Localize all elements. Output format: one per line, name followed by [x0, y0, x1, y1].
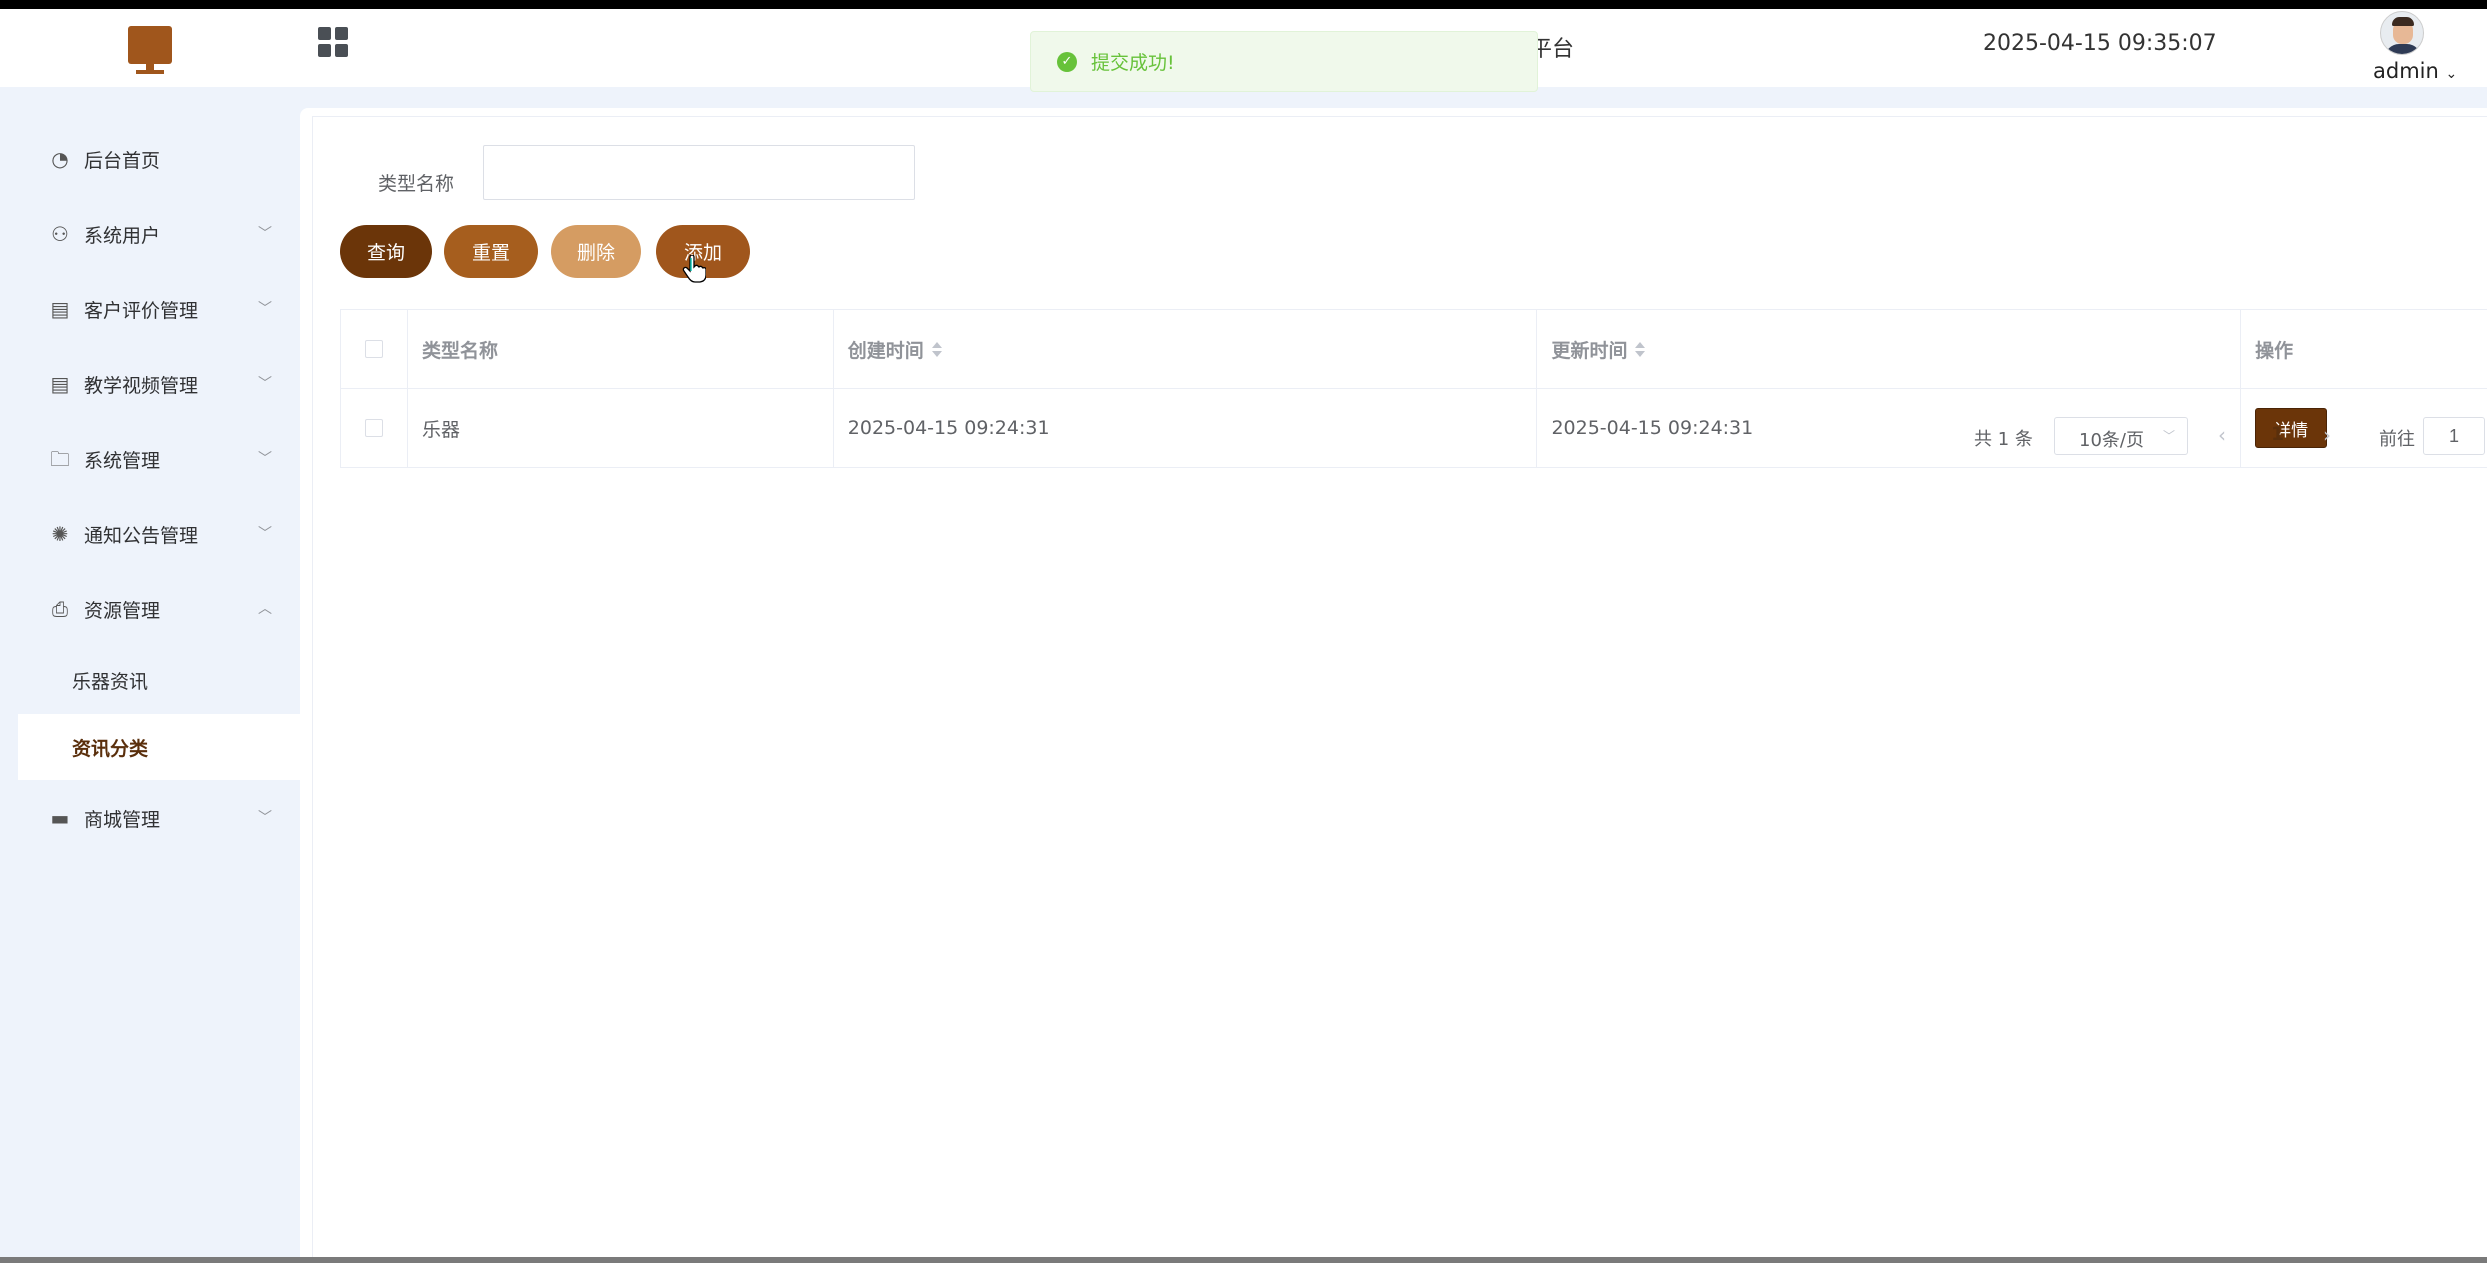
sidebar-item-system-users[interactable]: ⚇ 系统用户 ﹀ — [18, 201, 300, 267]
reset-button[interactable]: 重置 — [444, 225, 538, 278]
chevron-down-icon: ﹀ — [2162, 429, 2175, 443]
select-all-checkbox[interactable] — [364, 340, 383, 358]
sort-icon[interactable] — [1635, 340, 1646, 358]
chevron-down-icon: ⌄ — [2445, 66, 2458, 82]
sidebar-item-label: 资源管理 — [84, 599, 161, 622]
table-header-row: 类型名称 创建时间 更新时间 操作 — [341, 310, 2487, 389]
loading-icon: ✺ — [51, 522, 69, 546]
goto-page-input[interactable] — [2423, 417, 2485, 455]
pagination: 共 1 条 10条/页 ﹀ ‹ 1 › 前往 — [313, 417, 2487, 457]
bottom-strip — [0, 1257, 2487, 1263]
top-black-strip — [0, 0, 2487, 9]
card-icon: ▤ — [50, 297, 70, 321]
column-header-created[interactable]: 创建时间 — [834, 310, 1538, 388]
column-header-label: 创建时间 — [847, 339, 924, 362]
check-circle-icon: ✓ — [1057, 51, 1077, 72]
sidebar-item-system-management[interactable]: 🗀 系统管理 ﹀ — [18, 426, 300, 492]
main-content: 类型名称 查询 重置 删除 添加 类型名称 创建时间 更新时间 操作 乐器 20… — [300, 108, 2487, 1257]
sidebar-item-teaching-videos[interactable]: ▤ 教学视频管理 ﹀ — [18, 351, 300, 417]
goto-label: 前往 — [2379, 429, 2415, 450]
current-datetime: 2025-04-15 09:35:07 — [1983, 31, 2217, 56]
menu-toggle-grid-icon[interactable] — [318, 27, 348, 57]
delete-button[interactable]: 删除 — [551, 225, 641, 278]
user-icon: ⚇ — [51, 222, 69, 246]
next-page-icon[interactable]: › — [2323, 423, 2331, 447]
column-header-actions: 操作 — [2241, 310, 2487, 388]
sidebar-subitem-instrument-news[interactable]: 乐器资讯 — [18, 647, 300, 713]
card-icon: ▤ — [50, 372, 70, 396]
chevron-down-icon: ﹀ — [258, 810, 272, 826]
content-panel: 类型名称 查询 重置 删除 添加 类型名称 创建时间 更新时间 操作 乐器 20… — [312, 116, 2487, 1257]
chevron-down-icon: ﹀ — [258, 526, 272, 542]
sidebar-item-label: 商城管理 — [84, 808, 161, 831]
page-size-value: 10条/页 — [2079, 430, 2144, 451]
sidebar-item-shop[interactable]: ▬ 商城管理 ﹀ — [18, 785, 300, 851]
filter-label: 类型名称 — [378, 173, 455, 195]
sidebar-item-customer-reviews[interactable]: ▤ 客户评价管理 ﹀ — [18, 276, 300, 342]
chevron-down-icon: ﹀ — [258, 451, 272, 467]
sort-icon[interactable] — [931, 340, 942, 358]
sidebar-item-label: 系统用户 — [84, 224, 161, 247]
toast-message: 提交成功! — [1091, 52, 1175, 74]
sidebar-item-notices[interactable]: ✺ 通知公告管理 ﹀ — [18, 501, 300, 567]
add-button[interactable]: 添加 — [656, 225, 750, 278]
chevron-down-icon: ﹀ — [258, 376, 272, 392]
header-checkbox-cell — [341, 310, 408, 388]
pie-chart-icon: ◔ — [51, 147, 69, 171]
column-header-label: 更新时间 — [1551, 339, 1628, 362]
printer-icon: ⎙ — [52, 597, 68, 621]
page-number-current[interactable]: 1 — [2271, 423, 2284, 445]
sidebar-subitem-news-category[interactable]: 资讯分类 — [18, 714, 300, 780]
sidebar-item-resources[interactable]: ⎙ 资源管理 ︿ — [18, 576, 300, 642]
avatar[interactable] — [2380, 11, 2424, 55]
username[interactable]: admin ⌄ — [2373, 59, 2457, 83]
pagination-total: 共 1 条 — [1974, 429, 2033, 450]
chevron-up-icon: ︿ — [258, 601, 272, 617]
user-menu[interactable]: admin ⌄ — [2370, 11, 2480, 87]
prev-page-icon[interactable]: ‹ — [2218, 423, 2226, 447]
sidebar: ◔ 后台首页 ⚇ 系统用户 ﹀ ▤ 客户评价管理 ﹀ ▤ 教学视频管理 ﹀ 🗀 … — [0, 87, 300, 1257]
logo-icon — [128, 26, 172, 76]
query-button[interactable]: 查询 — [340, 225, 432, 278]
sidebar-item-label: 客户评价管理 — [84, 299, 199, 322]
chevron-down-icon: ﹀ — [258, 301, 272, 317]
page-size-select[interactable]: 10条/页 ﹀ — [2054, 417, 2188, 455]
monitor-icon: ▬ — [50, 806, 70, 830]
sidebar-item-label: 系统管理 — [84, 449, 161, 472]
column-header-type-name: 类型名称 — [408, 310, 834, 388]
sidebar-item-label: 教学视频管理 — [84, 374, 199, 397]
success-toast: ✓ 提交成功! — [1030, 31, 1538, 92]
sidebar-item-label: 后台首页 — [84, 149, 161, 172]
chevron-down-icon: ﹀ — [258, 226, 272, 242]
username-text: admin — [2373, 59, 2439, 83]
column-header-updated[interactable]: 更新时间 — [1537, 310, 2242, 388]
folder-check-icon: 🗀 — [50, 447, 70, 471]
sidebar-item-label: 通知公告管理 — [84, 524, 199, 547]
sidebar-item-dashboard[interactable]: ◔ 后台首页 — [18, 126, 300, 192]
type-name-input[interactable] — [483, 145, 915, 200]
